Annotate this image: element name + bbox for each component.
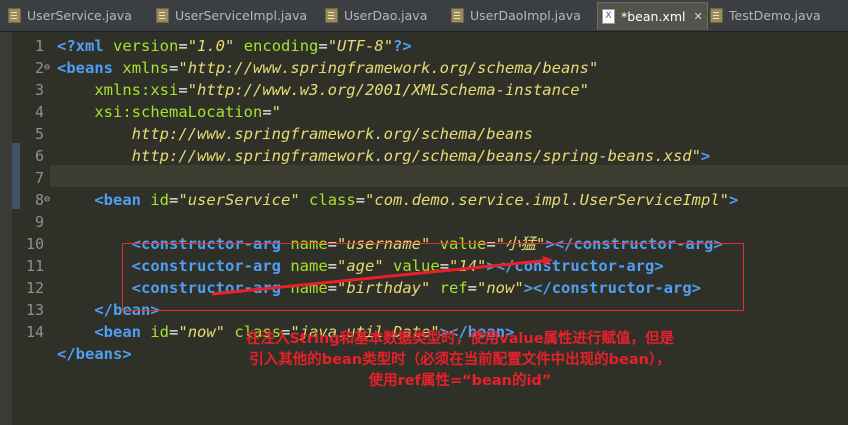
tab-userservice-java[interactable]: UserService.java — [8, 3, 132, 28]
close-icon[interactable]: ✕ — [693, 10, 702, 23]
tab-label: UserService.java — [27, 8, 132, 23]
annotation-line: 使用ref属性=“bean的id” — [368, 373, 552, 389]
java-file-icon — [156, 8, 169, 23]
tab-testdemo-java[interactable]: TestDemo.java — [710, 3, 821, 28]
tab-userdao-java[interactable]: UserDao.java — [325, 3, 427, 28]
editor-tab-bar: UserService.java UserServiceImpl.java Us… — [0, 0, 848, 32]
xml-editor[interactable]: 1 2 3 4 5 6 7 8 9 10 11 12 13 14 ⊖ ⊖ <?x… — [0, 32, 848, 425]
java-file-icon — [8, 8, 21, 23]
tab-bean-xml[interactable]: X *bean.xml ✕ — [597, 2, 708, 30]
annotation-line: 引入其他的bean类型时（必须在当前配置文件中出现的bean）， — [249, 352, 671, 368]
tab-label: UserDaoImpl.java — [470, 8, 581, 23]
tab-label: UserServiceImpl.java — [175, 8, 308, 23]
java-file-icon — [710, 8, 723, 23]
annotation-line: 在注入String和基本数据类型时，使用value属性进行赋值，但是 — [245, 331, 675, 347]
xml-file-icon: X — [602, 9, 615, 24]
tab-userdaoimpl-java[interactable]: UserDaoImpl.java — [451, 3, 581, 28]
annotation-note: 在注入String和基本数据类型时，使用value属性进行赋值，但是 引入其他的… — [140, 329, 780, 392]
tab-userserviceimpl-java[interactable]: UserServiceImpl.java — [156, 3, 307, 28]
tab-label: UserDao.java — [344, 8, 428, 23]
java-file-icon — [451, 8, 464, 23]
tab-label: TestDemo.java — [729, 8, 821, 23]
tab-label: *bean.xml — [621, 9, 686, 24]
java-file-icon — [325, 8, 338, 23]
